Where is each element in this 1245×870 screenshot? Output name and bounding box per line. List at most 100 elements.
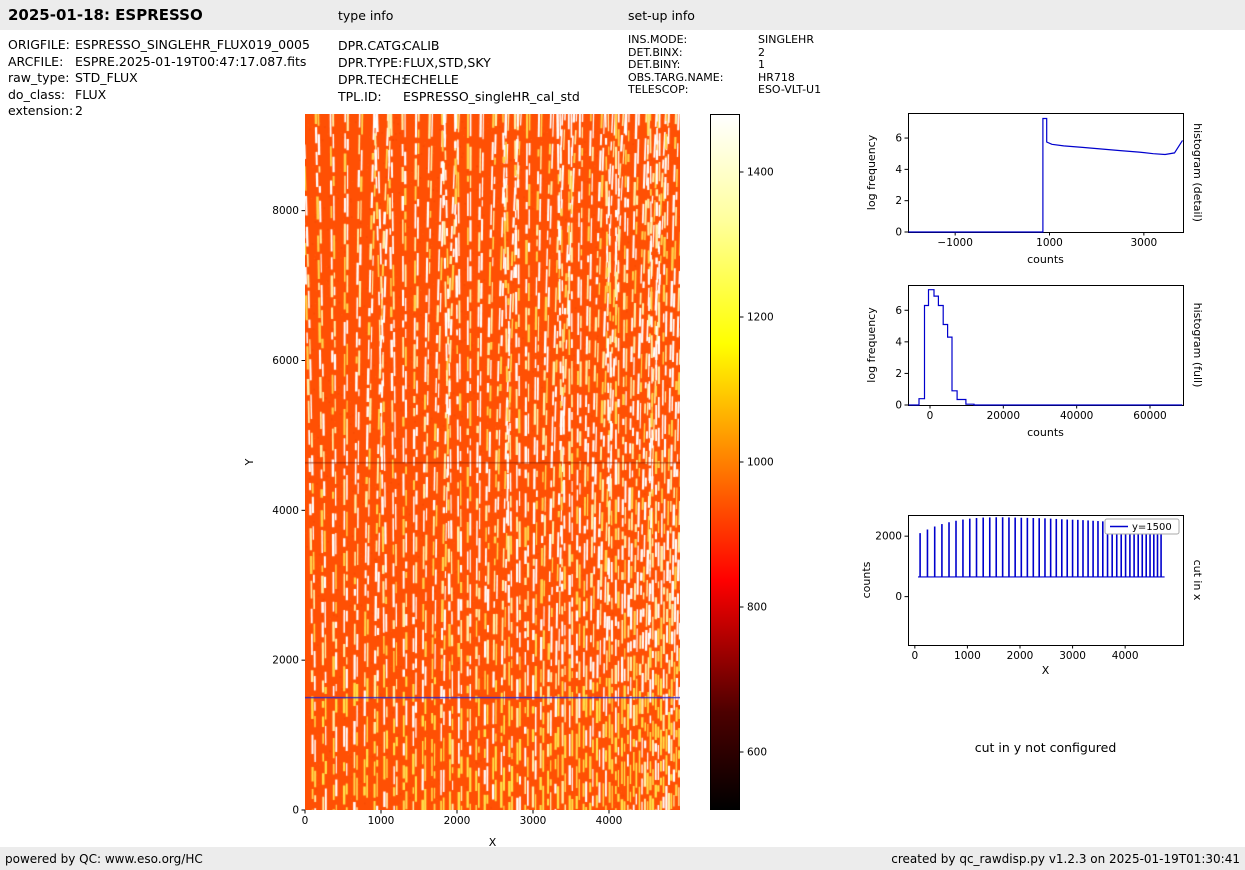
svg-text:3000: 3000 [1059, 650, 1086, 662]
meta-row: ARCFILE: ESPRE.2025-01-19T00:47:17.087.fi… [8, 54, 310, 71]
hist-detail-axes: −1000 1000 3000 0 2 4 6 counts log frequency hist… [865, 113, 1204, 266]
meta-row: DPR.CATG: CALIB [338, 37, 580, 54]
svg-text:4000: 4000 [1112, 650, 1139, 662]
type-info-heading: type info [338, 8, 394, 23]
svg-text:6: 6 [895, 305, 902, 317]
type-info-block: DPR.CATG: CALIB DPR.TYPE: FLUX,STD,SKY DPR.T… [338, 37, 580, 105]
raw-frame-image [305, 114, 680, 810]
svg-text:4000: 4000 [596, 815, 623, 827]
svg-text:20000: 20000 [987, 410, 1020, 422]
meta-value: 1 [758, 58, 765, 72]
meta-row: TELESCOP: ESO-VLT-U1 [628, 84, 821, 97]
svg-text:2000: 2000 [444, 815, 471, 827]
meta-row: extension: 2 [8, 103, 310, 120]
meta-row: DET.BINY: 1 [628, 59, 821, 72]
svg-text:counts: counts [860, 561, 873, 598]
svg-text:1000: 1000 [747, 457, 774, 469]
svg-text:1000: 1000 [368, 815, 395, 827]
svg-text:60000: 60000 [1133, 410, 1166, 422]
meta-row: INS.MODE: SINGLEHR [628, 33, 821, 47]
svg-text:1000: 1000 [954, 650, 981, 662]
meta-row: ORIGFILE: ESPRESSO_SINGLEHR_FLUX019_0005 [8, 37, 310, 54]
svg-text:X: X [1042, 664, 1050, 677]
meta-row: DPR.TECH: ECHELLE [338, 71, 580, 88]
page-title: 2025-01-18: ESPRESSO [8, 6, 203, 24]
svg-text:1400: 1400 [747, 167, 774, 179]
meta-value: CALIB [403, 38, 440, 53]
svg-text:histogram (full): histogram (full) [1191, 303, 1204, 388]
svg-text:Y: Y [243, 458, 256, 466]
cut-in-y-note: cut in y not configured [974, 740, 1117, 755]
meta-row: TPL.ID: ESPRESSO_singleHR_cal_std [338, 88, 580, 105]
svg-text:y=1500: y=1500 [1132, 522, 1172, 533]
cut-in-x-axes: 0 1000 2000 3000 4000 0 2000 Xcounts cut in x [860, 515, 1204, 677]
setup-info-block: INS.MODE: SINGLEHR DET.BINX: 2 DET.BINY: 1 OBS… [628, 33, 821, 97]
svg-text:600: 600 [747, 747, 767, 759]
svg-text:1200: 1200 [747, 312, 774, 324]
meta-label: do_class: [8, 86, 66, 102]
svg-text:40000: 40000 [1060, 410, 1093, 422]
meta-label: DET.BINY: [628, 58, 681, 72]
meta-value: ESPRE.2025-01-19T00:47:17.087.fits [75, 53, 307, 69]
svg-text:8000: 8000 [272, 205, 299, 217]
svg-text:0: 0 [292, 805, 299, 817]
meta-row: raw_type: STD_FLUX [8, 70, 310, 87]
footer-right: created by qc_rawdisp.py v1.2.3 on 2025-… [891, 851, 1240, 866]
svg-text:counts: counts [1027, 426, 1064, 439]
svg-text:histogram (detail): histogram (detail) [1191, 123, 1204, 222]
svg-text:counts: counts [1027, 253, 1064, 266]
meta-label: DPR.TECH: [338, 72, 406, 87]
meta-row: DPR.TYPE: FLUX,STD,SKY [338, 54, 580, 71]
svg-text:0: 0 [911, 650, 918, 662]
meta-value: STD_FLUX [75, 70, 138, 85]
meta-value: 2 [75, 103, 83, 118]
meta-value: SINGLEHR [758, 33, 814, 46]
svg-text:0: 0 [927, 410, 934, 422]
svg-text:0: 0 [302, 815, 309, 827]
svg-text:2: 2 [895, 195, 902, 207]
meta-label: DPR.CATG: [338, 38, 406, 53]
header-bar: 2025-01-18: ESPRESSO type info set-up in… [0, 0, 1245, 30]
svg-text:log frequency: log frequency [865, 307, 878, 383]
svg-text:2000: 2000 [1007, 650, 1034, 662]
meta-label: TELESCOP: [628, 83, 689, 97]
hist-full-series [908, 289, 1183, 406]
svg-text:cut in x: cut in x [1191, 560, 1204, 601]
svg-text:log frequency: log frequency [865, 134, 878, 210]
hist-detail-series [908, 117, 1184, 233]
svg-text:2000: 2000 [272, 655, 299, 667]
meta-label: DPR.TYPE: [338, 55, 403, 70]
svg-text:0: 0 [895, 400, 902, 412]
meta-value: ECHELLE [403, 72, 459, 87]
hist-full-axes: 0 20000 40000 60000 0 2 4 6 counts log frequency h… [865, 285, 1204, 439]
svg-text:2: 2 [895, 368, 902, 380]
svg-text:−1000: −1000 [937, 237, 973, 249]
svg-text:4: 4 [895, 164, 902, 176]
svg-text:0: 0 [895, 591, 902, 603]
meta-label: INS.MODE: [628, 33, 688, 46]
meta-row: do_class: FLUX [8, 87, 310, 104]
footer-left: powered by QC: www.eso.org/HC [5, 851, 203, 866]
meta-value: ESPRESSO_singleHR_cal_std [403, 89, 580, 104]
meta-label: extension: [8, 103, 74, 118]
meta-label: ARCFILE: [8, 53, 64, 69]
footer-bar: powered by QC: www.eso.org/HC created by… [0, 847, 1245, 870]
file-info-block: ORIGFILE: ESPRESSO_SINGLEHR_FLUX019_0005 A… [8, 37, 310, 120]
cut-legend: y=1500 [1104, 518, 1180, 535]
svg-text:0: 0 [895, 227, 902, 239]
svg-text:6000: 6000 [272, 355, 299, 367]
meta-value: FLUX,STD,SKY [403, 55, 491, 70]
svg-text:3000: 3000 [1130, 237, 1157, 249]
svg-text:3000: 3000 [520, 815, 547, 827]
svg-text:800: 800 [747, 602, 767, 614]
svg-text:4: 4 [895, 336, 902, 348]
meta-label: raw_type: [8, 70, 70, 85]
svg-text:6: 6 [895, 133, 902, 145]
meta-value: ESPRESSO_SINGLEHR_FLUX019_0005 [75, 37, 310, 52]
meta-label: TPL.ID: [338, 89, 382, 104]
colorbar-ticks: 600 800 1000 1200 1400 [740, 167, 774, 759]
cut-in-x-series [917, 517, 1165, 578]
meta-value: FLUX [75, 86, 107, 102]
setup-info-heading: set-up info [628, 8, 695, 23]
meta-value: ESO-VLT-U1 [758, 83, 822, 97]
